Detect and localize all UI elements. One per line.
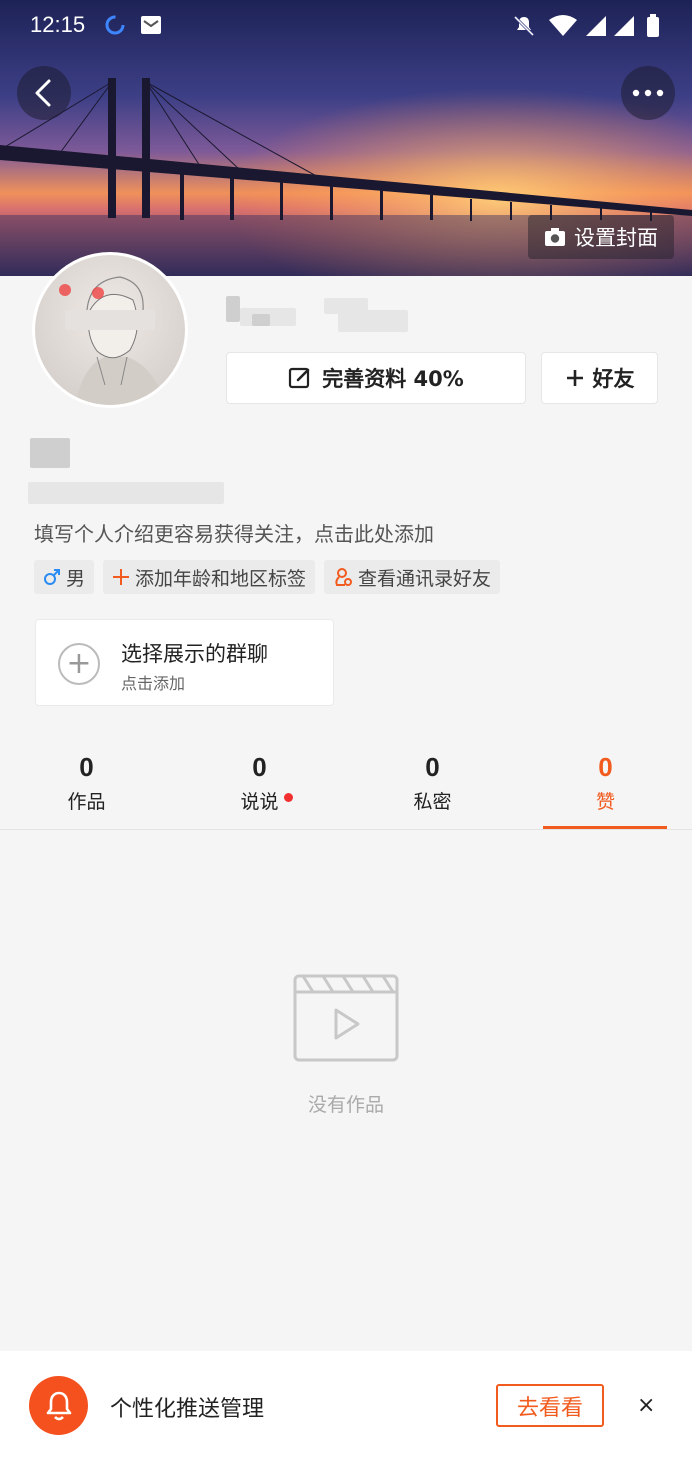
unread-dot xyxy=(283,793,293,802)
bell-icon xyxy=(46,1391,71,1420)
mute-bell-icon xyxy=(512,14,536,42)
group-chat-title: 选择展示的群聊 xyxy=(121,642,268,666)
content-tabs: 0 作品 0 说说 0 私密 0 赞 xyxy=(0,740,692,830)
active-tab-indicator xyxy=(543,826,667,829)
avatar-image xyxy=(35,255,185,405)
gender-tag[interactable]: 男 xyxy=(34,560,95,594)
group-chat-subtitle: 点击添加 xyxy=(121,674,186,693)
intro-placeholder[interactable]: 填写个人介绍更容易获得关注，点击此处添加 xyxy=(34,518,434,547)
signal-icon-2 xyxy=(612,14,636,42)
profile-cover[interactable]: 12:15 设置封面 xyxy=(0,0,692,276)
edit-icon xyxy=(289,367,310,389)
set-cover-button[interactable]: 设置封面 xyxy=(528,215,674,259)
set-cover-label: 设置封面 xyxy=(574,226,658,250)
bell-icon-badge xyxy=(29,1376,88,1435)
chevron-left-icon xyxy=(35,79,51,107)
tab-private-count: 0 xyxy=(425,752,440,782)
contacts-friends-tag[interactable]: 查看通讯录好友 xyxy=(324,560,501,594)
tab-works[interactable]: 0 作品 xyxy=(0,740,173,814)
push-management-title: 个性化推送管理 xyxy=(110,1397,265,1422)
notification-swirl-icon xyxy=(104,14,126,40)
wifi-icon xyxy=(548,14,578,42)
signal-icon-1 xyxy=(584,14,608,42)
add-friend-button[interactable]: 好友 xyxy=(541,352,658,404)
camera-icon xyxy=(545,228,565,246)
add-age-region-tag[interactable]: 添加年龄和地区标签 xyxy=(103,560,316,594)
plus-icon xyxy=(566,370,583,386)
tag-list: 男 添加年龄和地区标签 查看通讯录好友 xyxy=(34,560,501,594)
tab-likes[interactable]: 0 赞 xyxy=(519,740,692,814)
tab-works-count: 0 xyxy=(79,752,94,782)
back-button[interactable] xyxy=(17,66,71,120)
close-icon[interactable]: × xyxy=(637,1393,655,1418)
more-button[interactable] xyxy=(621,66,675,120)
status-time: 12:15 xyxy=(30,12,86,37)
tab-works-label: 作品 xyxy=(67,791,106,813)
add-circle-icon: + xyxy=(58,643,100,685)
edit-profile-button[interactable]: 完善资料 40% xyxy=(226,352,526,404)
tab-private[interactable]: 0 私密 xyxy=(346,740,519,814)
empty-state-label: 没有作品 xyxy=(307,1094,384,1116)
battery-icon xyxy=(646,14,660,42)
plus-icon xyxy=(113,569,130,585)
push-management-bar[interactable]: 个性化推送管理 去看看 × xyxy=(0,1351,692,1460)
tab-likes-count: 0 xyxy=(598,752,613,782)
contacts-icon xyxy=(335,568,353,586)
mail-notification-icon xyxy=(140,14,162,40)
avatar[interactable] xyxy=(32,252,188,408)
gender-tag-label: 男 xyxy=(66,567,86,590)
tab-likes-label: 赞 xyxy=(595,791,615,813)
empty-state: 没有作品 xyxy=(0,970,692,1117)
tab-private-label: 私密 xyxy=(413,791,452,813)
more-dots-icon xyxy=(632,89,664,97)
contacts-friends-label: 查看通讯录好友 xyxy=(358,567,492,590)
add-friend-label: 好友 xyxy=(592,367,635,391)
male-icon xyxy=(44,569,60,585)
tab-posts[interactable]: 0 说说 xyxy=(173,740,346,814)
add-age-region-label: 添加年龄和地区标签 xyxy=(135,567,307,590)
status-bar: 12:15 xyxy=(0,0,692,52)
go-see-button[interactable]: 去看看 xyxy=(496,1384,604,1427)
video-placeholder-icon xyxy=(293,974,399,1062)
tab-posts-count: 0 xyxy=(252,752,267,782)
edit-profile-label: 完善资料 40% xyxy=(322,367,464,391)
select-group-chat-card[interactable]: + 选择展示的群聊 点击添加 xyxy=(35,619,334,706)
tab-posts-label: 说说 xyxy=(240,791,279,813)
